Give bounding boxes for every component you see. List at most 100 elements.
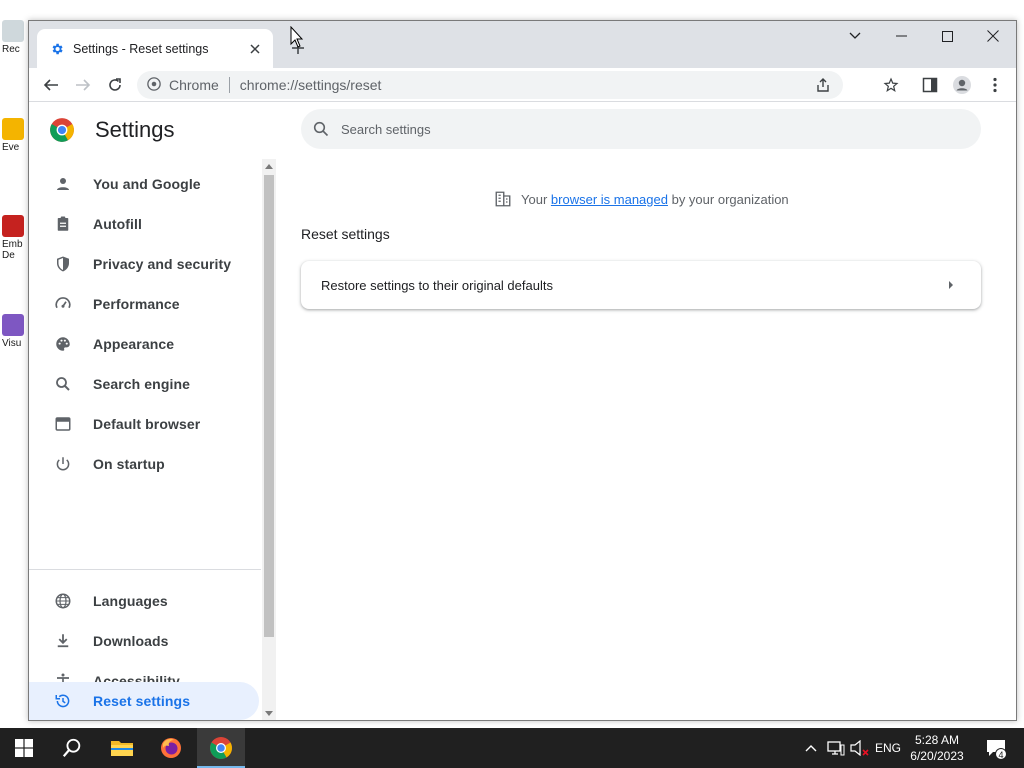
back-button[interactable] xyxy=(37,71,65,99)
notification-count-badge: 4 xyxy=(995,748,1007,760)
sidebar-item-label: Appearance xyxy=(93,336,175,352)
scroll-up-arrow[interactable] xyxy=(265,164,273,169)
clipboard-icon xyxy=(53,214,73,234)
minimize-button[interactable] xyxy=(878,21,924,51)
gear-icon xyxy=(49,41,65,57)
taskbar: ENG 5:28 AM 6/20/2023 4 xyxy=(0,728,1024,768)
taskbar-search-button[interactable] xyxy=(48,728,96,768)
settings-header: Settings xyxy=(29,103,1016,159)
avatar-icon xyxy=(953,76,971,94)
search-settings-box[interactable] xyxy=(301,109,981,149)
sidebar-item-label: Search engine xyxy=(93,376,191,392)
restore-defaults-row[interactable]: Restore settings to their original defau… xyxy=(301,261,981,309)
sidebar-item-privacy[interactable]: Privacy and security xyxy=(29,245,259,283)
recycle-bin-icon xyxy=(2,20,24,42)
sidebar-item-reset-settings[interactable]: Reset settings xyxy=(29,682,259,720)
chrome-site-icon xyxy=(147,76,161,94)
desktop-icon-embarcadero[interactable]: Emb De xyxy=(2,215,28,261)
close-icon xyxy=(987,30,999,42)
sidebar-item-appearance[interactable]: Appearance xyxy=(29,325,259,363)
clock-date: 6/20/2023 xyxy=(910,749,964,763)
search-icon xyxy=(313,121,329,137)
desktop-icon-label: Emb De xyxy=(2,239,23,261)
action-center-button[interactable]: 4 xyxy=(976,728,1016,768)
desktop-icon-label: Eve xyxy=(2,142,20,153)
address-bar[interactable]: Chrome chrome://settings/reset xyxy=(137,71,843,99)
file-explorer-icon xyxy=(111,741,133,756)
search-input[interactable] xyxy=(341,121,941,137)
scrollbar-thumb[interactable] xyxy=(264,175,274,637)
tab-search-button[interactable] xyxy=(832,21,878,51)
sidebar-item-label: Reset settings xyxy=(93,693,191,709)
building-icon xyxy=(493,189,513,209)
sidebar-item-languages[interactable]: Languages xyxy=(29,582,259,620)
app-shortcut-icon xyxy=(2,118,24,140)
site-label: Chrome xyxy=(169,77,219,93)
desktop-icon-visual-studio[interactable]: Visu xyxy=(2,314,28,349)
search-icon xyxy=(62,738,81,757)
close-window-button[interactable] xyxy=(970,21,1016,51)
sidebar-item-default-browser[interactable]: Default browser xyxy=(29,405,259,443)
sidebar-item-label: Autofill xyxy=(93,216,143,232)
share-icon[interactable] xyxy=(813,75,833,95)
sidebar-scrollbar[interactable] xyxy=(262,159,276,720)
network-button[interactable] xyxy=(824,728,848,768)
sidebar-item-label: On startup xyxy=(93,456,165,472)
chrome-icon xyxy=(210,737,232,759)
taskbar-chrome[interactable] xyxy=(197,728,245,768)
menu-button[interactable] xyxy=(981,71,1009,99)
start-button[interactable] xyxy=(0,728,48,768)
desktop-icon-event[interactable]: Eve xyxy=(2,118,28,153)
star-icon xyxy=(883,77,899,92)
page-title: Settings xyxy=(95,117,175,142)
sidebar-item-performance[interactable]: Performance xyxy=(29,285,259,323)
chevron-down-icon xyxy=(849,32,861,39)
arrow-back-icon xyxy=(43,79,58,91)
managed-link[interactable]: browser is managed xyxy=(551,192,668,207)
managed-suffix: by your organization xyxy=(671,191,789,207)
app-shortcut-icon xyxy=(2,215,24,237)
sidebar-divider xyxy=(29,569,261,570)
desktop-icon-recycle[interactable]: Rec xyxy=(2,20,28,55)
chevron-up-icon xyxy=(805,745,817,752)
managed-notice: Your browser is managed by your organiza… xyxy=(493,189,789,209)
scroll-down-arrow[interactable] xyxy=(265,711,273,716)
sidebar-item-search-engine[interactable]: Search engine xyxy=(29,365,259,403)
reload-icon xyxy=(109,78,121,91)
browser-window-icon xyxy=(53,414,73,434)
sidebar-item-label: Downloads xyxy=(93,633,169,649)
sidebar-item-you-and-google[interactable]: You and Google xyxy=(29,165,259,203)
mouse-cursor-icon xyxy=(290,26,304,48)
section-title: Reset settings xyxy=(301,226,390,242)
managed-prefix: Your xyxy=(521,191,548,207)
sidebar-item-label: Performance xyxy=(93,296,180,312)
forward-button[interactable] xyxy=(69,71,97,99)
profile-button[interactable] xyxy=(948,71,976,99)
url-text[interactable]: chrome://settings/reset xyxy=(240,77,382,93)
taskbar-file-explorer[interactable] xyxy=(98,728,146,768)
reload-button[interactable] xyxy=(101,71,129,99)
maximize-button[interactable] xyxy=(924,21,970,51)
taskbar-firefox[interactable] xyxy=(147,728,195,768)
language-indicator[interactable]: ENG xyxy=(872,728,904,768)
palette-icon xyxy=(53,334,73,354)
arrow-right-icon xyxy=(941,275,961,295)
history-icon xyxy=(53,691,73,711)
sidebar-item-label: Privacy and security xyxy=(93,256,232,272)
tab-title: Settings - Reset settings xyxy=(73,41,209,56)
clock[interactable]: 5:28 AM 6/20/2023 xyxy=(906,728,968,768)
firefox-icon xyxy=(161,738,181,758)
speedometer-icon xyxy=(53,294,73,314)
sidebar-item-downloads[interactable]: Downloads xyxy=(29,622,259,660)
tab-close-icon[interactable] xyxy=(247,41,263,57)
tray-overflow-button[interactable] xyxy=(800,728,822,768)
sidebar-item-autofill[interactable]: Autofill xyxy=(29,205,259,243)
tab-settings[interactable]: Settings - Reset settings xyxy=(37,29,273,68)
settings-sidebar: You and Google Autofill Privacy and secu… xyxy=(29,159,269,720)
sidebar-item-on-startup[interactable]: On startup xyxy=(29,445,259,483)
volume-button[interactable] xyxy=(848,728,872,768)
omnibox-separator xyxy=(228,77,230,93)
bookmark-star-button[interactable] xyxy=(877,71,905,99)
settings-page: Settings You and Google Autofill Privacy… xyxy=(29,103,1016,720)
side-panel-button[interactable] xyxy=(916,71,944,99)
